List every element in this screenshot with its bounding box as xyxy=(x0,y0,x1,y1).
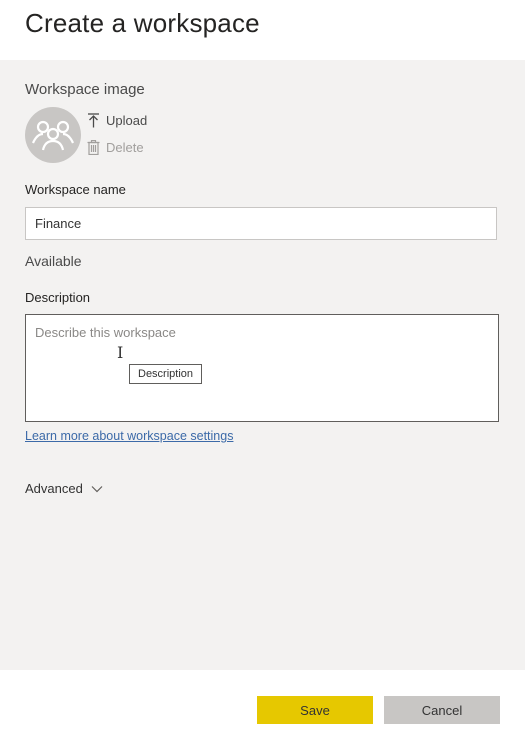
description-textarea[interactable]: Describe this workspace xyxy=(25,314,499,422)
advanced-toggle[interactable]: Advanced xyxy=(25,481,103,496)
upload-button[interactable]: Upload xyxy=(87,113,147,128)
delete-button[interactable]: Delete xyxy=(87,140,144,155)
cancel-button[interactable]: Cancel xyxy=(384,696,500,724)
description-tooltip: Description xyxy=(129,364,203,384)
learn-more-link[interactable]: Learn more about workspace settings xyxy=(25,429,233,443)
dialog-title: Create a workspace xyxy=(25,8,260,38)
upload-label: Upload xyxy=(106,113,148,128)
text-cursor-icon: I xyxy=(117,343,124,362)
group-icon xyxy=(31,120,75,151)
workspace-name-label: Workspace name xyxy=(25,182,126,197)
workspace-avatar xyxy=(25,107,81,163)
description-label: Description xyxy=(25,290,91,305)
chevron-down-icon xyxy=(91,485,103,492)
delete-label: Delete xyxy=(106,140,144,155)
advanced-label: Advanced xyxy=(25,481,83,496)
workspace-image-label: Workspace image xyxy=(25,81,145,98)
name-availability-status: Available xyxy=(25,253,82,269)
description-placeholder: Describe this workspace xyxy=(35,325,176,340)
dialog-header: Create a workspace xyxy=(0,0,525,60)
save-button[interactable]: Save xyxy=(257,696,373,724)
trash-icon xyxy=(87,140,100,155)
upload-icon xyxy=(88,113,99,128)
workspace-name-input[interactable]: Finance xyxy=(25,207,497,240)
